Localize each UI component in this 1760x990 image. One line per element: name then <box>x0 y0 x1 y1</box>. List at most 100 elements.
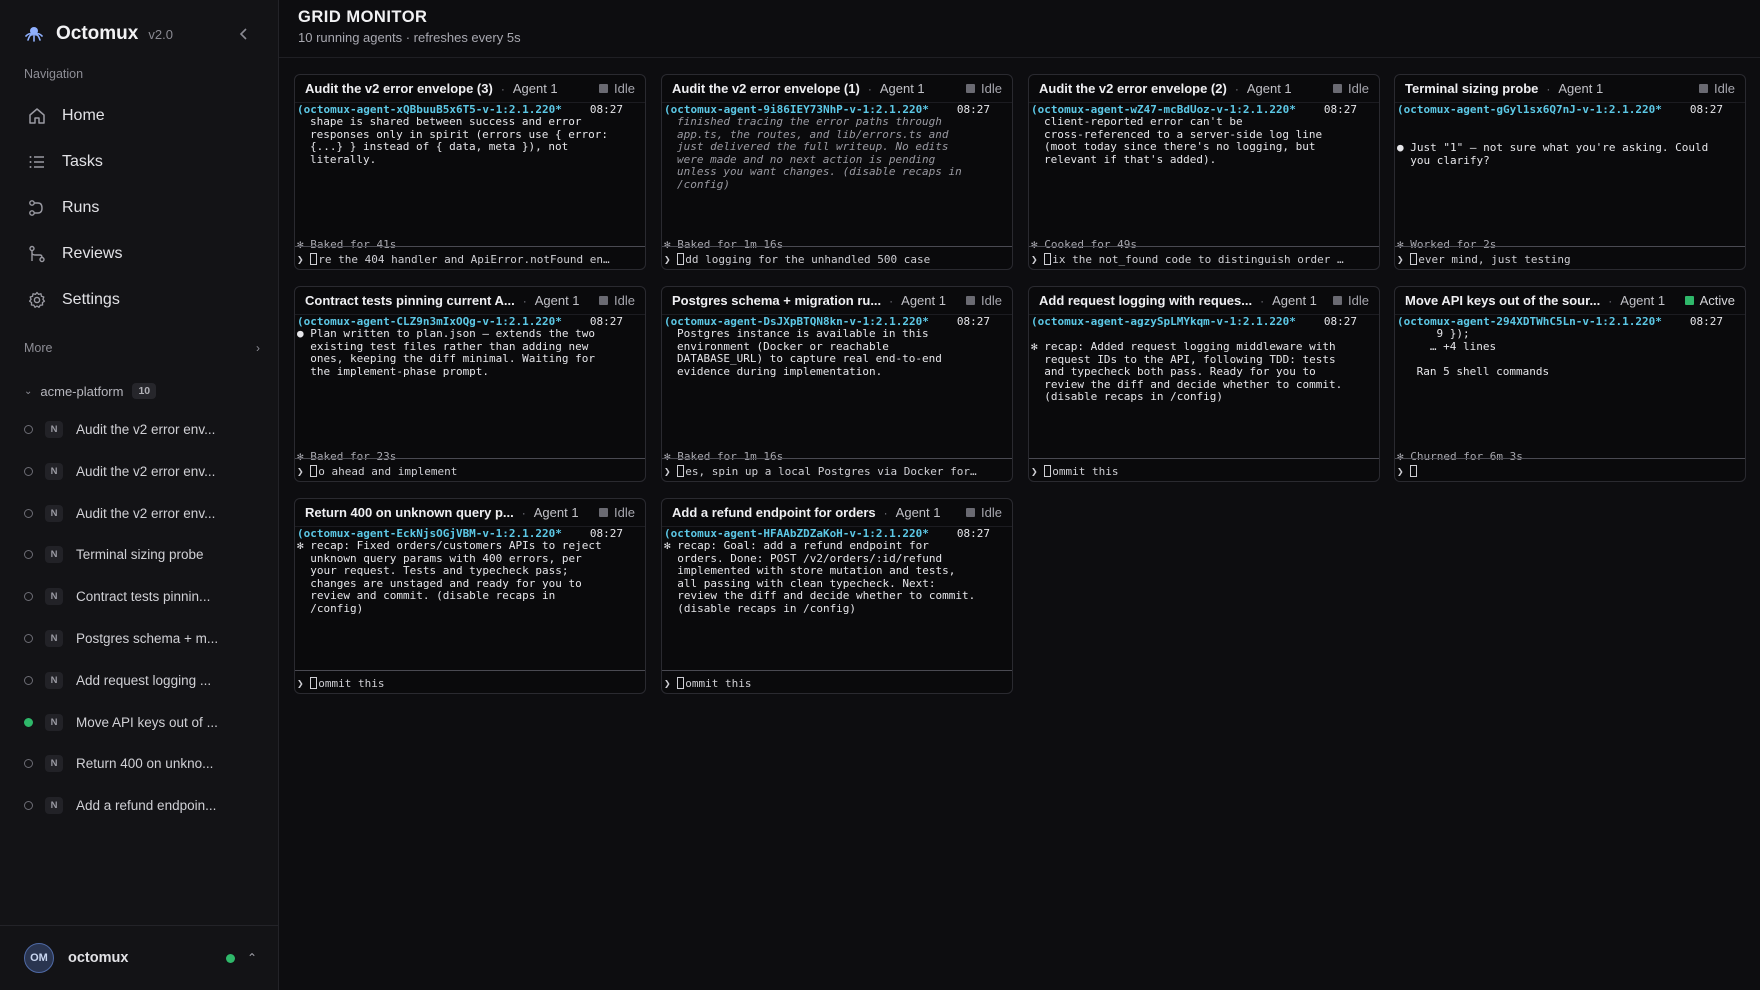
list-icon <box>26 151 48 173</box>
task-label: Contract tests pinnin... <box>76 588 211 604</box>
page-subtitle: 10 running agents · refreshes every 5s <box>298 30 521 45</box>
status-dot-icon <box>24 800 33 810</box>
agent-card[interactable]: Audit the v2 error envelope (2) · Agent … <box>1028 74 1380 270</box>
agent-card-title: Move API keys out of the sour... <box>1405 293 1601 308</box>
terminal-output: ● Plan written to plan.json — extends th… <box>297 327 596 378</box>
session-time: 08:27 <box>589 103 623 116</box>
agent-card-header[interactable]: Audit the v2 error envelope (1) · Agent … <box>662 75 1012 103</box>
prompt-line: ❯ o ahead and implement <box>297 465 458 478</box>
status-dot-icon <box>24 549 33 559</box>
prompt-input[interactable]: ❯ re the 404 handler and ApiError.notFou… <box>295 246 645 269</box>
prompt-input[interactable]: ❯ es, spin up a local Postgres via Docke… <box>662 458 1012 481</box>
prompt-input[interactable]: ❯ ommit this <box>662 670 1012 693</box>
status-badge: Idle <box>1333 293 1369 308</box>
sidebar-task-item[interactable]: N Postgres schema + m... <box>24 624 264 652</box>
prompt-input[interactable]: ❯ <box>1395 458 1745 481</box>
status-square-icon <box>1333 84 1343 93</box>
task-badge: N <box>45 545 63 563</box>
task-badge: N <box>45 754 63 772</box>
status-square-icon <box>599 84 609 93</box>
sidebar-task-item[interactable]: N Move API keys out of ... <box>24 708 264 736</box>
nav-item-tasks[interactable]: Tasks <box>18 143 262 181</box>
nav-item-runs[interactable]: Runs <box>18 189 262 227</box>
session-time: 08:27 <box>956 103 990 116</box>
agent-card[interactable]: Postgres schema + migration ru... · Agen… <box>661 286 1013 482</box>
sidebar-task-item[interactable]: N Audit the v2 error env... <box>24 499 264 527</box>
terminal-output: Postgres instance is available in this e… <box>677 327 942 378</box>
prompt-input[interactable]: ❯ ix the not_found code to distinguish o… <box>1029 246 1379 269</box>
agent-card[interactable]: Add a refund endpoint for orders · Agent… <box>661 498 1013 694</box>
sidebar-task-item[interactable]: N Contract tests pinnin... <box>24 582 264 610</box>
sidebar-task-item[interactable]: N Add a refund endpoin... <box>24 791 264 819</box>
agent-card-header[interactable]: Postgres schema + migration ru... · Agen… <box>662 287 1012 315</box>
chevron-up-icon[interactable]: ⌃ <box>247 951 257 965</box>
prompt-text: o ahead and implement <box>318 465 458 478</box>
sidebar-task-item[interactable]: N Return 400 on unkno... <box>24 749 264 777</box>
status-dot-icon <box>24 675 33 685</box>
cursor-icon <box>310 677 318 689</box>
agent-card[interactable]: Add request logging with reques... · Age… <box>1028 286 1380 482</box>
prompt-text: ever mind, just testing <box>1418 253 1571 266</box>
status-label: Idle <box>1348 293 1369 308</box>
session-id: (octomux-agent-agzySpLMYkqm-v-1:2.1.220* <box>1031 315 1296 328</box>
agent-card-header[interactable]: Add request logging with reques... · Age… <box>1029 287 1379 315</box>
more-section-toggle[interactable]: More › <box>24 341 260 355</box>
home-icon <box>26 105 48 127</box>
agent-card-header[interactable]: Add a refund endpoint for orders · Agent… <box>662 499 1012 527</box>
nav-item-home[interactable]: Home <box>18 97 262 135</box>
cursor-icon <box>310 253 318 265</box>
prompt-input[interactable]: ❯ ommit this <box>295 670 645 693</box>
agent-card-title: Audit the v2 error envelope (2) <box>1039 81 1227 96</box>
agent-card[interactable]: Move API keys out of the sour... · Agent… <box>1394 286 1746 482</box>
nav-label: Runs <box>62 199 100 216</box>
agent-card-title: Audit the v2 error envelope (3) <box>305 81 493 96</box>
cursor-icon <box>677 253 685 265</box>
chevron-left-icon <box>239 28 247 40</box>
agent-card[interactable]: Contract tests pinning current A... · Ag… <box>294 286 646 482</box>
agent-card[interactable]: Audit the v2 error envelope (1) · Agent … <box>661 74 1013 270</box>
prompt-input[interactable]: ❯ dd logging for the unhandled 500 case <box>662 246 1012 269</box>
sidebar-task-item[interactable]: N Terminal sizing probe <box>24 540 264 568</box>
prompt-input[interactable]: ❯ o ahead and implement <box>295 458 645 481</box>
status-badge: Idle <box>966 293 1002 308</box>
prompt-text: re the 404 handler and ApiError.notFound… <box>318 253 610 266</box>
collapse-sidebar-button[interactable] <box>234 24 254 44</box>
app-version: v2.0 <box>148 26 173 42</box>
runs-icon <box>26 197 48 219</box>
separator-dot: · <box>1260 293 1265 308</box>
task-label: Postgres schema + m... <box>76 630 219 646</box>
user-bar[interactable]: OM octomux ⌃ <box>0 925 279 990</box>
status-dot-icon <box>24 758 33 768</box>
prompt-input[interactable]: ❯ ever mind, just testing <box>1395 246 1745 269</box>
user-name: octomux <box>68 950 129 966</box>
agent-card-header[interactable]: Contract tests pinning current A... · Ag… <box>295 287 645 315</box>
task-badge: N <box>45 462 63 480</box>
agent-card-title: Terminal sizing probe <box>1405 81 1539 96</box>
agent-card[interactable]: Terminal sizing probe · Agent 1 Idle (oc… <box>1394 74 1746 270</box>
status-label: Idle <box>981 81 1002 96</box>
status-dot-icon <box>24 466 33 476</box>
agent-card-header[interactable]: Audit the v2 error envelope (2) · Agent … <box>1029 75 1379 103</box>
status-badge: Active <box>1684 293 1735 308</box>
nav-item-reviews[interactable]: Reviews <box>18 235 262 273</box>
nav-item-settings[interactable]: Settings <box>18 281 262 319</box>
nav-label: Tasks <box>62 153 103 170</box>
task-badge: N <box>45 504 63 522</box>
status-dot-icon <box>24 717 33 727</box>
agent-card-header[interactable]: Return 400 on unknown query p... · Agent… <box>295 499 645 527</box>
agent-card[interactable]: Return 400 on unknown query p... · Agent… <box>294 498 646 694</box>
agent-card-header[interactable]: Move API keys out of the sour... · Agent… <box>1395 287 1745 315</box>
agent-label: Agent 1 <box>1558 81 1604 96</box>
sidebar-task-item[interactable]: N Add request logging ... <box>24 666 264 694</box>
task-label: Audit the v2 error env... <box>76 505 216 521</box>
sidebar-task-item[interactable]: N Audit the v2 error env... <box>24 457 264 485</box>
agent-card-title: Return 400 on unknown query p... <box>305 505 514 520</box>
agent-card-header[interactable]: Terminal sizing probe · Agent 1 Idle <box>1395 75 1745 103</box>
agent-card[interactable]: Audit the v2 error envelope (3) · Agent … <box>294 74 646 270</box>
chevron-down-icon: ⌄ <box>24 385 33 397</box>
sidebar-task-item[interactable]: N Audit the v2 error env... <box>24 415 264 443</box>
project-group-toggle[interactable]: ⌄ acme-platform 10 <box>24 383 157 399</box>
separator-dot: · <box>867 81 872 96</box>
agent-card-header[interactable]: Audit the v2 error envelope (3) · Agent … <box>295 75 645 103</box>
prompt-input[interactable]: ❯ ommit this <box>1029 458 1379 481</box>
